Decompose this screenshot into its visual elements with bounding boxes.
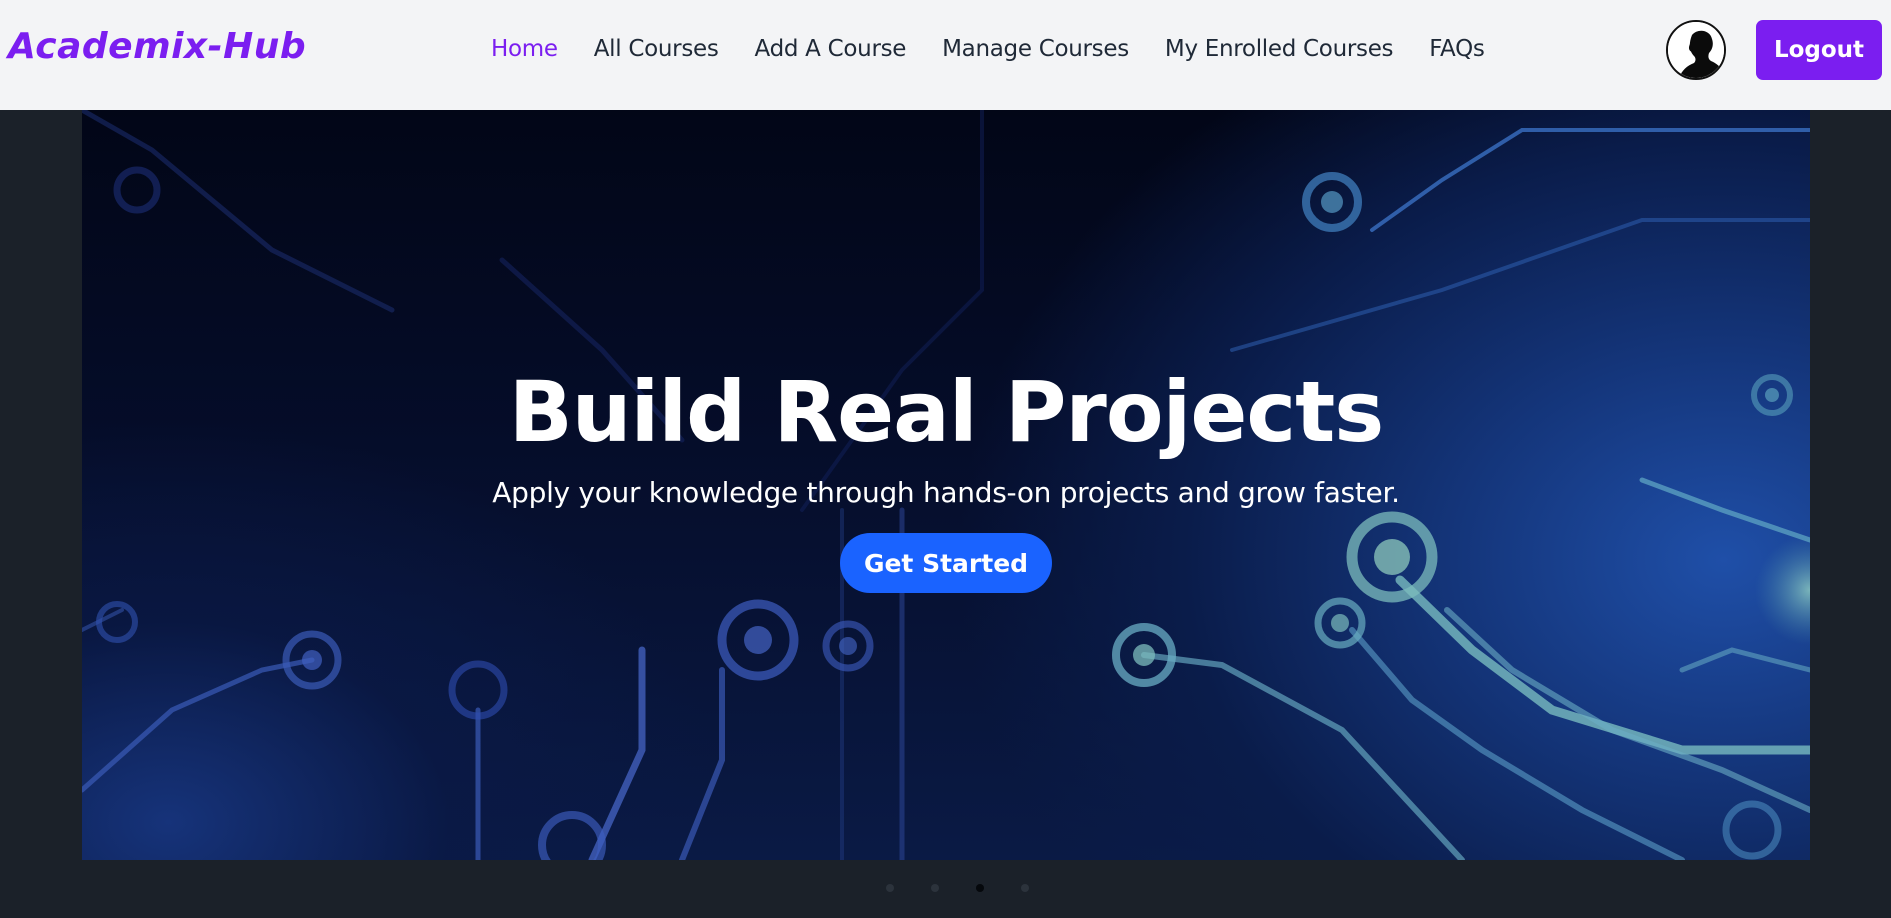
nav-item-add-a-course[interactable]: Add A Course (755, 36, 907, 62)
brand-logo[interactable]: Academix-Hub (8, 26, 306, 67)
get-started-button[interactable]: Get Started (840, 533, 1052, 593)
nav-item-manage-courses[interactable]: Manage Courses (942, 36, 1129, 62)
hero-title: Build Real Projects (508, 363, 1385, 461)
user-silhouette-icon (1668, 22, 1724, 78)
hero-subtitle: Apply your knowledge through hands-on pr… (492, 476, 1400, 509)
nav-item-home[interactable]: Home (491, 36, 558, 62)
logout-button[interactable]: Logout (1756, 20, 1882, 80)
hero-carousel-slide: Build Real Projects Apply your knowledge… (82, 110, 1810, 860)
hero-content: Build Real Projects Apply your knowledge… (82, 362, 1810, 593)
nav-item-all-courses[interactable]: All Courses (594, 36, 719, 62)
carousel-dot-1[interactable] (885, 884, 894, 892)
user-avatar[interactable] (1666, 20, 1726, 80)
carousel-indicators (0, 884, 1891, 892)
carousel-dot-2[interactable] (930, 884, 939, 892)
nav-item-my-enrolled-courses[interactable]: My Enrolled Courses (1165, 36, 1394, 62)
navbar: Academix-Hub Home All Courses Add A Cour… (0, 0, 1891, 110)
nav-links: Home All Courses Add A Course Manage Cou… (491, 36, 1485, 62)
carousel-dot-4[interactable] (1020, 884, 1029, 892)
carousel-dot-3[interactable] (975, 884, 984, 892)
nav-item-faqs[interactable]: FAQs (1429, 36, 1485, 62)
